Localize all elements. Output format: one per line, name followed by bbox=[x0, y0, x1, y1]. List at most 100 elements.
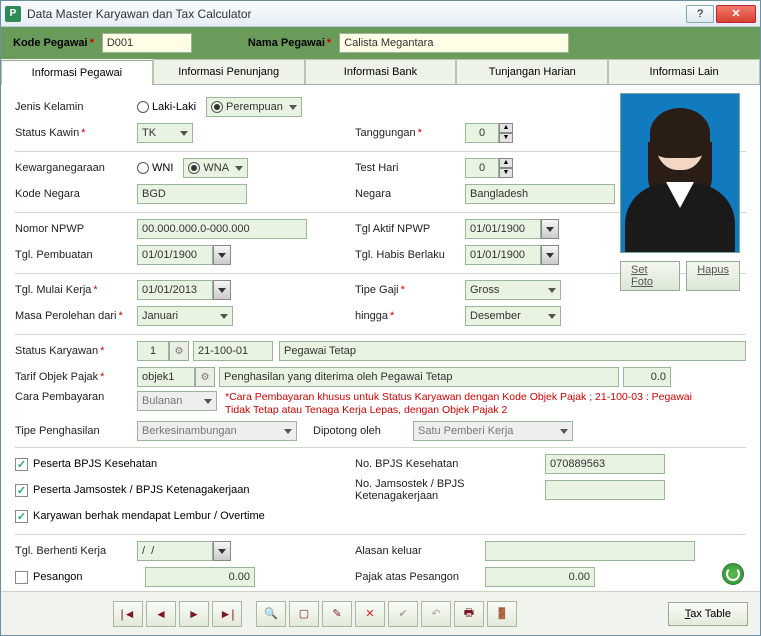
tab-informasi-penunjang[interactable]: Informasi Penunjang bbox=[153, 59, 305, 84]
binoculars-icon: 🔍 bbox=[264, 607, 278, 620]
chk-bpjs-kesehatan[interactable]: ✓Peserta BPJS Kesehatan bbox=[15, 458, 157, 471]
nama-pegawai-input[interactable] bbox=[339, 33, 569, 53]
delete-button[interactable]: ✕ bbox=[355, 601, 385, 627]
hapus-foto-button[interactable]: Hapus bbox=[686, 261, 740, 291]
masa-perolehan-label: Masa Perolehan dari* bbox=[15, 310, 137, 322]
tarif-kode-input[interactable] bbox=[137, 367, 195, 387]
status-desc-input bbox=[279, 341, 746, 361]
door-icon: 🚪 bbox=[495, 607, 509, 620]
form-body: Set Foto Hapus Jenis Kelamin Laki-Laki P… bbox=[1, 85, 760, 591]
cancel-button[interactable]: ↶ bbox=[421, 601, 451, 627]
tarif-desc-input bbox=[219, 367, 619, 387]
search-button[interactable]: 🔍 bbox=[256, 601, 286, 627]
tgl-berhenti-label: Tgl. Berhenti Kerja bbox=[15, 545, 137, 557]
photo-panel: Set Foto Hapus bbox=[620, 93, 740, 291]
tipe-penghasilan-select[interactable]: Berkesinambungan bbox=[137, 421, 297, 441]
tab-informasi-pegawai[interactable]: Informasi Pegawai bbox=[1, 60, 153, 85]
nav-last-button[interactable]: ►| bbox=[212, 601, 242, 627]
nama-pegawai-label: Nama Pegawai* bbox=[248, 37, 331, 49]
undo-icon: ↶ bbox=[431, 607, 440, 620]
dipotong-oleh-select[interactable]: Satu Pemberi Kerja bbox=[413, 421, 573, 441]
no-jamsostek-label: No. Jamsostek / BPJS Ketenagakerjaan bbox=[355, 478, 545, 502]
radio-wna[interactable]: WNA bbox=[183, 158, 248, 178]
chk-pesangon[interactable]: Pesangon bbox=[15, 571, 137, 584]
cara-pembayaran-label: Cara Pembayaran bbox=[15, 391, 137, 403]
tgl-habis-label: Tgl. Habis Berlaku bbox=[355, 249, 465, 261]
npwp-input[interactable] bbox=[137, 219, 307, 239]
window-title: Data Master Karyawan dan Tax Calculator bbox=[27, 7, 684, 21]
chk-jamsostek[interactable]: ✓Peserta Jamsostek / BPJS Ketenagakerjaa… bbox=[15, 484, 249, 497]
status-kode-input[interactable] bbox=[137, 341, 169, 361]
negara-input[interactable] bbox=[465, 184, 615, 204]
pencil-icon: ✎ bbox=[332, 607, 341, 620]
exit-button[interactable]: 🚪 bbox=[487, 601, 517, 627]
tab-informasi-lain[interactable]: Informasi Lain bbox=[608, 59, 760, 84]
help-button[interactable]: ? bbox=[686, 5, 714, 23]
cara-pembayaran-select[interactable]: Bulanan bbox=[137, 391, 217, 411]
tgl-pembuatan-date[interactable] bbox=[137, 245, 231, 265]
printer-icon: 🖶 bbox=[464, 604, 474, 623]
radio-wni[interactable]: WNI bbox=[137, 162, 173, 174]
no-jamsostek-input[interactable] bbox=[545, 480, 665, 500]
tgl-habis-date[interactable] bbox=[465, 245, 559, 265]
header-bar: Kode Pegawai* Nama Pegawai* bbox=[1, 27, 760, 59]
pajak-pesangon-label: Pajak atas Pesangon bbox=[355, 571, 485, 583]
kewarganegaraan-label: Kewarganegaraan bbox=[15, 162, 137, 174]
tgl-aktif-npwp-label: Tgl Aktif NPWP bbox=[355, 223, 465, 235]
tanggungan-stepper[interactable]: ▲▼ bbox=[465, 123, 513, 143]
no-bpjs-kes-input[interactable] bbox=[545, 454, 665, 474]
dipotong-oleh-label: Dipotong oleh bbox=[313, 425, 413, 437]
tarif-objek-label: Tarif Objek Pajak* bbox=[15, 371, 137, 383]
alasan-keluar-input[interactable] bbox=[485, 541, 695, 561]
radio-laki[interactable]: Laki-Laki bbox=[137, 101, 196, 113]
jenis-kelamin-label: Jenis Kelamin bbox=[15, 101, 137, 113]
nav-next-button[interactable]: ► bbox=[179, 601, 209, 627]
kode-negara-label: Kode Negara bbox=[15, 188, 137, 200]
set-foto-button[interactable]: Set Foto bbox=[620, 261, 680, 291]
tab-tunjangan-harian[interactable]: Tunjangan Harian bbox=[456, 59, 608, 84]
close-button[interactable]: ✕ bbox=[716, 5, 756, 23]
save-button[interactable]: ✔ bbox=[388, 601, 418, 627]
pesangon-input[interactable] bbox=[145, 567, 255, 587]
kode-pegawai-input[interactable] bbox=[102, 33, 192, 53]
tgl-mulai-kerja-date[interactable] bbox=[137, 280, 231, 300]
page-icon: ▢ bbox=[299, 607, 309, 620]
masa-dari-select[interactable]: Januari bbox=[137, 306, 233, 326]
app-window: P Data Master Karyawan dan Tax Calculato… bbox=[0, 0, 761, 636]
kode-pegawai-label: Kode Pegawai* bbox=[13, 37, 94, 49]
title-bar: P Data Master Karyawan dan Tax Calculato… bbox=[1, 1, 760, 27]
tarif-lookup-button[interactable]: ⚙ bbox=[195, 367, 215, 387]
negara-label: Negara bbox=[355, 188, 465, 200]
tgl-mulai-kerja-label: Tgl. Mulai Kerja* bbox=[15, 284, 137, 296]
edit-button[interactable]: ✎ bbox=[322, 601, 352, 627]
alasan-keluar-label: Alasan keluar bbox=[355, 545, 485, 557]
save-icon: ✔ bbox=[398, 607, 407, 620]
tipe-gaji-select[interactable]: Gross bbox=[465, 280, 561, 300]
test-hari-label: Test Hari bbox=[355, 162, 465, 174]
radio-perempuan[interactable]: Perempuan bbox=[206, 97, 302, 117]
nav-first-button[interactable]: |◄ bbox=[113, 601, 143, 627]
new-button[interactable]: ▢ bbox=[289, 601, 319, 627]
print-button[interactable]: 🖶 bbox=[454, 601, 484, 627]
no-bpjs-kes-label: No. BPJS Kesehatan bbox=[355, 458, 545, 470]
tgl-aktif-npwp-date[interactable] bbox=[465, 219, 559, 239]
test-hari-stepper[interactable]: ▲▼ bbox=[465, 158, 513, 178]
status-kawin-select[interactable]: TK bbox=[137, 123, 193, 143]
chk-lembur[interactable]: ✓Karyawan berhak mendapat Lembur / Overt… bbox=[15, 510, 265, 523]
nav-prev-button[interactable]: ◄ bbox=[146, 601, 176, 627]
tgl-pembuatan-label: Tgl. Pembuatan bbox=[15, 249, 137, 261]
npwp-label: Nomor NPWP bbox=[15, 223, 137, 235]
employee-photo bbox=[620, 93, 740, 253]
tab-bar: Informasi Pegawai Informasi Penunjang In… bbox=[1, 59, 760, 85]
refresh-button[interactable] bbox=[722, 563, 744, 585]
cara-pembayaran-warning: *Cara Pembayaran khusus untuk Status Kar… bbox=[225, 391, 705, 417]
hingga-label: hingga* bbox=[355, 310, 465, 322]
tipe-gaji-label: Tipe Gaji* bbox=[355, 284, 465, 296]
tab-informasi-bank[interactable]: Informasi Bank bbox=[305, 59, 457, 84]
tax-table-button[interactable]: TTax Tableax Table bbox=[668, 602, 748, 626]
masa-hingga-select[interactable]: Desember bbox=[465, 306, 561, 326]
pajak-pesangon-input[interactable] bbox=[485, 567, 595, 587]
tgl-berhenti-date[interactable] bbox=[137, 541, 231, 561]
kode-negara-input[interactable] bbox=[137, 184, 247, 204]
status-lookup-button[interactable]: ⚙ bbox=[169, 341, 189, 361]
